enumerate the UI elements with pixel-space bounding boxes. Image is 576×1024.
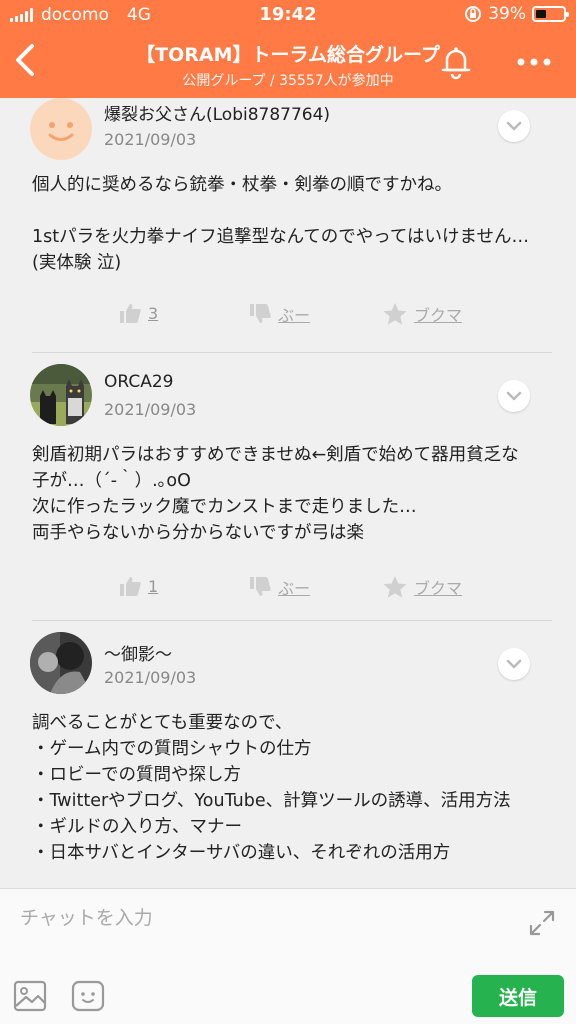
avatar[interactable]	[30, 98, 92, 160]
boo-label: ぶー	[278, 306, 311, 325]
message-feed[interactable]: 爆裂お父さん(Lobi8787764) 2021/09/03 個人的に奨めるなら…	[0, 98, 576, 888]
star-icon	[383, 303, 407, 325]
bookmark-label: ブクマ	[414, 306, 463, 325]
app-header: docomo 4G 19:42 39% 【TORAM】トーラム総合グループ 公開…	[0, 0, 576, 98]
more-options-icon[interactable]	[512, 48, 556, 76]
send-button[interactable]: 送信	[472, 975, 564, 1017]
post: 爆裂お父さん(Lobi8787764) 2021/09/03 個人的に奨めるなら…	[0, 98, 576, 353]
bookmark-label: ブクマ	[414, 579, 463, 598]
post-date: 2021/09/03	[104, 130, 197, 149]
chevron-down-icon	[506, 659, 522, 669]
post-body: 剣盾初期パラはおすすめできませぬ←剣盾で始めて器用貧乏な子が…（´-｀）.｡oO…	[32, 445, 519, 543]
thumbs-down-icon	[250, 577, 271, 596]
post: 〜御影〜 2021/09/03 調べることがとても重要なので、 ・ゲーム内での質…	[0, 620, 576, 888]
post-body: 調べることがとても重要なので、 ・ゲーム内での質問シャウトの仕方 ・ロビーでの質…	[32, 713, 511, 863]
chevron-down-icon	[506, 121, 522, 131]
post-body: 個人的に奨めるなら銃拳・杖拳・剣拳の順ですかね。 1stパラを火力拳ナイフ追撃型…	[32, 175, 529, 273]
stamp-icon[interactable]	[70, 979, 106, 1013]
post-date: 2021/09/03	[104, 400, 197, 419]
chat-input[interactable]: チャットを入力	[20, 903, 153, 930]
like-button[interactable]: 3	[118, 302, 158, 324]
post-menu-button[interactable]	[498, 110, 530, 142]
smiley-avatar-icon	[30, 98, 92, 160]
post-username[interactable]: ORCA29	[104, 372, 173, 392]
post: ORCA29 2021/09/03 剣盾初期パラはおすすめできませぬ←剣盾で始め…	[0, 352, 576, 620]
boo-button[interactable]: ぶー	[248, 302, 310, 326]
back-icon[interactable]	[8, 40, 44, 80]
like-count: 1	[148, 576, 159, 596]
star-icon	[383, 576, 407, 598]
chevron-down-icon	[506, 391, 522, 401]
post-actions: 1 ぶー ブクマ	[0, 575, 576, 605]
status-bar: docomo 4G 19:42 39%	[0, 0, 576, 30]
expand-icon[interactable]	[528, 909, 556, 937]
bookmark-button[interactable]: ブクマ	[382, 302, 462, 326]
avatar[interactable]	[30, 364, 92, 426]
like-count: 3	[148, 303, 159, 323]
thumbs-up-icon	[120, 304, 141, 323]
battery-percent: 39%	[488, 4, 526, 24]
bookmark-button[interactable]: ブクマ	[382, 575, 462, 599]
thumbs-down-icon	[250, 304, 271, 323]
post-menu-button[interactable]	[498, 380, 530, 412]
boo-label: ぶー	[278, 579, 311, 598]
post-date: 2021/09/03	[104, 668, 197, 687]
post-actions: 3 ぶー ブクマ	[0, 302, 576, 332]
thumbs-up-icon	[120, 577, 141, 596]
post-username[interactable]: 〜御影〜	[104, 640, 172, 665]
post-menu-button[interactable]	[498, 648, 530, 680]
avatar[interactable]	[30, 632, 92, 694]
like-button[interactable]: 1	[118, 575, 158, 597]
battery-icon	[532, 6, 569, 22]
post-username[interactable]: 爆裂お父さん(Lobi8787764)	[104, 100, 330, 125]
rotation-lock-icon	[465, 6, 482, 22]
cat-photo-avatar-icon	[30, 364, 92, 426]
bell-icon[interactable]	[438, 44, 474, 80]
boo-button[interactable]: ぶー	[248, 575, 310, 599]
chat-composer: チャットを入力 送信	[0, 888, 576, 1024]
image-icon[interactable]	[12, 979, 48, 1013]
photo-avatar-icon	[30, 632, 92, 694]
